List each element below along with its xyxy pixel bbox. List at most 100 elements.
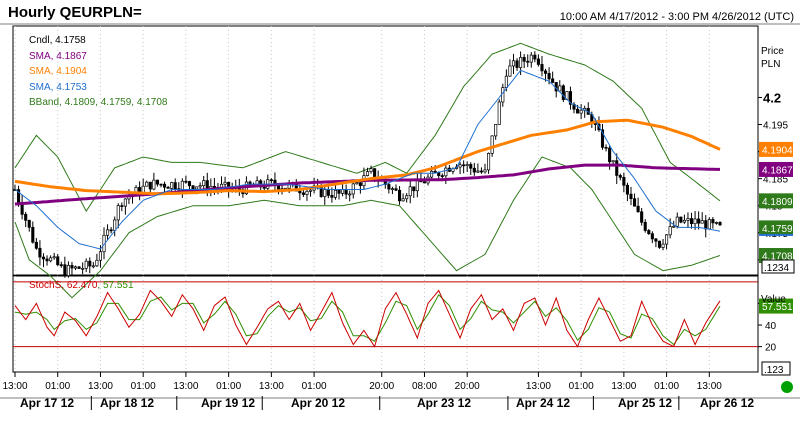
candle-body <box>45 258 49 262</box>
candle-body <box>615 160 619 176</box>
candle-body <box>180 180 184 191</box>
candle-body <box>697 218 701 224</box>
hour-label: 01:00 <box>45 381 70 392</box>
price-axis-title-line2: PLN <box>761 59 781 70</box>
stoch-scale-label: .123 <box>764 365 784 376</box>
candle-body <box>543 70 548 74</box>
candle-body <box>430 170 434 178</box>
day-label: Apr 17 12 <box>20 396 74 410</box>
stoch-legend-k: 62.470 <box>66 280 98 291</box>
hour-label: 01:00 <box>131 381 156 392</box>
candle-body <box>618 175 622 178</box>
price-tick-label: 4.195 <box>763 121 788 132</box>
candle-body <box>483 169 487 173</box>
candle-body <box>195 186 199 190</box>
candle-body <box>358 182 362 186</box>
candle-body <box>49 257 53 262</box>
candle-body <box>159 183 163 186</box>
candle-body <box>665 234 669 245</box>
candle-body <box>113 219 117 231</box>
candle-body <box>148 181 152 190</box>
candle-body <box>59 264 63 267</box>
stoch-tick-label: 20 <box>765 343 777 354</box>
candle-body <box>337 189 341 194</box>
hour-label: 13:00 <box>173 381 198 392</box>
day-label: Apr 18 12 <box>100 396 154 410</box>
candle-body <box>490 135 494 154</box>
candle-body <box>707 219 711 230</box>
candle-body <box>408 186 412 197</box>
candle-body <box>576 108 580 114</box>
stoch-legend-d: 57.551 <box>102 280 134 291</box>
candle-body <box>561 85 565 100</box>
stoch-legend: StochS, 62.470, 57.551 <box>29 280 134 291</box>
candle-body <box>351 183 355 195</box>
candle-body <box>533 54 537 60</box>
chart-window: 13:00 01:00 13:00 01:00 13:00 01:00 13:00 01:00… <box>0 0 800 431</box>
candle-body <box>593 123 597 125</box>
price-axis-title: Price PLN <box>761 45 784 71</box>
candle-body <box>579 109 583 114</box>
candle-body <box>387 184 391 190</box>
candle-body <box>536 58 540 65</box>
candle-body <box>305 190 309 195</box>
candle-body <box>686 218 690 221</box>
candle-body <box>519 57 523 68</box>
candle-body <box>123 198 127 207</box>
candle-body <box>397 189 402 202</box>
candle-body <box>355 182 359 185</box>
candle-body <box>632 198 637 207</box>
candle-body <box>540 64 544 72</box>
candle-body <box>109 229 113 232</box>
candle-body <box>390 188 394 190</box>
price-tick-label: 4.2 <box>763 90 781 105</box>
candle-body <box>301 192 305 195</box>
price-badge: 4.1809 <box>759 193 793 209</box>
candle-body <box>497 101 501 125</box>
hour-label: 13:00 <box>2 381 27 392</box>
hour-label: 13:00 <box>88 381 113 392</box>
candle-body <box>679 216 683 223</box>
price-badge-text: 4.1759 <box>762 224 793 235</box>
hour-label: 01:00 <box>569 381 594 392</box>
candle-body <box>718 222 722 226</box>
candle-body <box>106 229 110 236</box>
candle-body <box>693 218 697 225</box>
stoch-legend-name: StochS, <box>29 280 67 291</box>
candle-body <box>84 260 88 269</box>
candle-body <box>262 186 266 189</box>
price-badge-text: 4.1904 <box>762 145 793 156</box>
hour-label: 20:00 <box>369 381 394 392</box>
legend-sma-blue: SMA, 4.1753 <box>29 81 87 93</box>
candle-body <box>551 78 555 83</box>
candle-body <box>508 65 512 77</box>
candle-body <box>647 230 651 235</box>
candle-body <box>70 265 74 269</box>
candle-body <box>308 189 313 192</box>
candle-body <box>187 181 192 187</box>
candle-body <box>401 198 405 202</box>
candle-body <box>145 181 149 187</box>
candle-body <box>494 124 498 137</box>
candle-body <box>369 168 373 172</box>
hour-label: 13:00 <box>697 381 722 392</box>
candle-body <box>73 266 78 269</box>
candle-body <box>704 220 708 230</box>
value-axis-title: Value <box>761 294 786 305</box>
candle-body <box>608 147 612 163</box>
candle-body <box>162 183 167 188</box>
candle-body <box>700 220 704 224</box>
candle-body <box>166 186 170 189</box>
candle-body <box>81 267 85 270</box>
candle-body <box>522 57 526 62</box>
candle-body <box>223 181 227 185</box>
candle-body <box>24 213 28 221</box>
candle-body <box>622 177 626 186</box>
candle-body <box>191 185 195 190</box>
stoch-k-line <box>14 289 721 348</box>
hour-label: 01:00 <box>216 381 241 392</box>
price-axis-title-line1: Price <box>761 46 784 57</box>
candle-body <box>41 256 46 260</box>
candle-body <box>668 226 672 236</box>
candle-body <box>711 219 715 224</box>
